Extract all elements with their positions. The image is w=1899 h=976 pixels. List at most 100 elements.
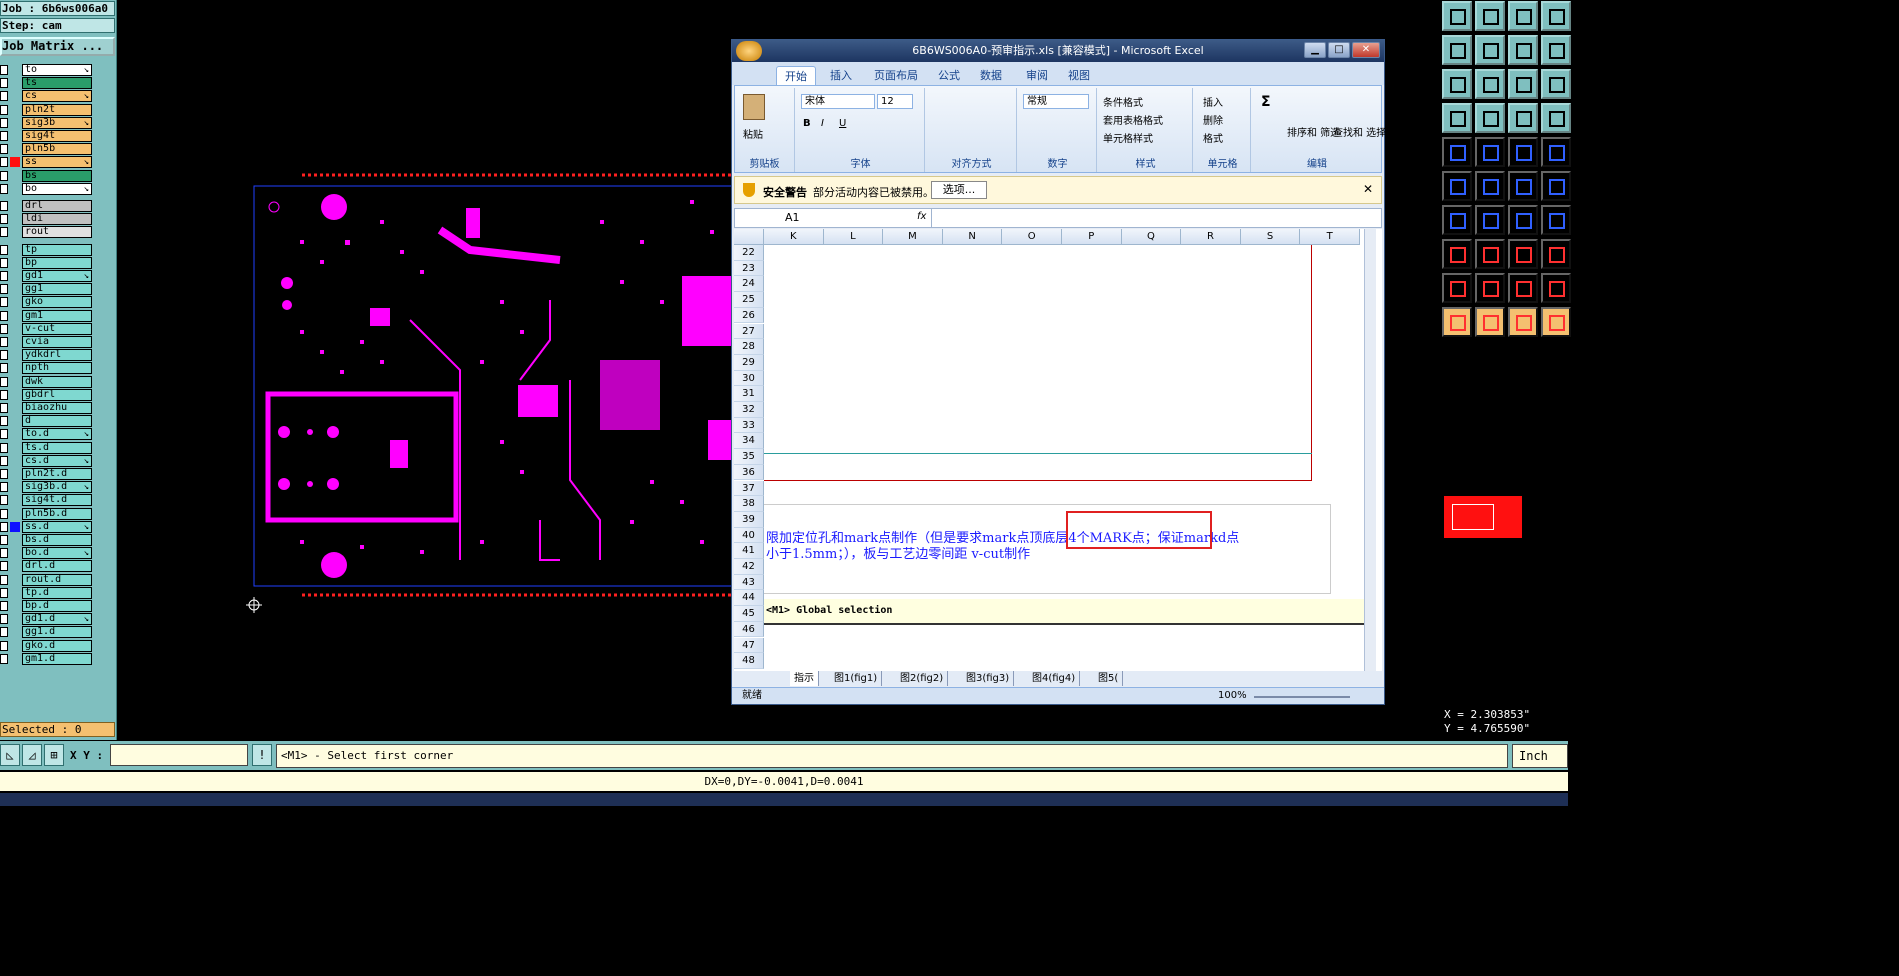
- tool-button-icon[interactable]: [1508, 239, 1538, 269]
- layer-checkbox[interactable]: [0, 244, 8, 255]
- layer-color-swatch[interactable]: [10, 227, 20, 237]
- cell-style-button[interactable]: 单元格样式: [1103, 130, 1153, 145]
- layer-row[interactable]: gd1.d ↘: [0, 613, 94, 626]
- layer-name[interactable]: to ↘: [22, 64, 92, 76]
- layer-name[interactable]: ss ↘: [22, 156, 92, 169]
- column-header[interactable]: S: [1240, 229, 1301, 245]
- row-header[interactable]: 42: [734, 559, 764, 575]
- layer-row[interactable]: ts: [0, 77, 94, 90]
- layer-checkbox[interactable]: [0, 297, 8, 308]
- layer-color-swatch[interactable]: [10, 284, 20, 294]
- tool-button-1[interactable]: ◺: [0, 744, 20, 766]
- excel-window[interactable]: 6B6WS006A0-预审指示.xls [兼容模式] - Microsoft E…: [731, 39, 1386, 705]
- layer-color-swatch[interactable]: [10, 627, 20, 637]
- tool-button-icon[interactable]: [1475, 103, 1505, 133]
- number-format-select[interactable]: 常规: [1023, 94, 1089, 109]
- layer-checkbox[interactable]: [0, 429, 8, 440]
- layer-checkbox[interactable]: [0, 535, 8, 545]
- tool-button-icon[interactable]: [1475, 239, 1505, 269]
- tool-button-icon[interactable]: [1541, 307, 1571, 337]
- layer-row[interactable]: tp: [0, 243, 94, 256]
- job-matrix-button[interactable]: Job Matrix ...: [0, 37, 115, 56]
- row-header[interactable]: 33: [734, 417, 764, 434]
- layer-checkbox[interactable]: [0, 310, 8, 321]
- layer-row[interactable]: gm1.d: [0, 652, 94, 665]
- layer-color-swatch[interactable]: [10, 271, 20, 281]
- layer-row[interactable]: gko.d: [0, 639, 94, 652]
- layer-color-swatch[interactable]: [10, 245, 20, 255]
- layer-checkbox[interactable]: [0, 257, 8, 268]
- column-header[interactable]: L: [823, 229, 884, 245]
- column-header[interactable]: Q: [1121, 229, 1182, 245]
- layer-color-swatch[interactable]: [10, 214, 20, 224]
- layer-name[interactable]: v-cut: [22, 322, 92, 335]
- layer-row[interactable]: drl: [0, 200, 94, 212]
- formula-input[interactable]: [931, 209, 1369, 227]
- layer-color-swatch[interactable]: [10, 337, 20, 347]
- layer-checkbox[interactable]: [0, 601, 8, 611]
- layer-row[interactable]: cs ↘: [0, 90, 94, 103]
- layer-name[interactable]: bs.d: [22, 534, 92, 546]
- tool-button-icon[interactable]: [1508, 1, 1538, 31]
- layer-checkbox[interactable]: [0, 640, 8, 651]
- layer-checkbox[interactable]: [0, 376, 8, 387]
- layer-color-swatch[interactable]: [10, 469, 20, 479]
- layer-color-swatch[interactable]: [10, 390, 20, 400]
- tool-button-icon[interactable]: [1442, 307, 1472, 337]
- layer-name[interactable]: d: [22, 415, 92, 428]
- layer-row[interactable]: bp: [0, 256, 94, 269]
- tool-button-icon[interactable]: [1442, 239, 1472, 269]
- layer-color-swatch[interactable]: [10, 403, 20, 413]
- layer-row[interactable]: gbdrl: [0, 388, 94, 401]
- layer-row[interactable]: d: [0, 415, 94, 428]
- layer-name[interactable]: pln2t.d: [22, 468, 92, 480]
- sheet-tab[interactable]: 图5(: [1094, 671, 1124, 686]
- layer-row[interactable]: sig4t.d: [0, 494, 94, 507]
- layer-checkbox[interactable]: [0, 389, 8, 400]
- layer-name[interactable]: gd1 ↘: [22, 270, 92, 282]
- close-button[interactable]: ✕: [1352, 42, 1380, 58]
- layer-color-swatch[interactable]: [10, 416, 20, 426]
- layer-name[interactable]: gm1.d: [22, 652, 92, 665]
- row-header[interactable]: 26: [734, 307, 764, 324]
- layer-row[interactable]: tp.d: [0, 586, 94, 599]
- layer-name[interactable]: bs: [22, 169, 92, 182]
- tool-button-icon[interactable]: [1541, 103, 1571, 133]
- tool-button-icon[interactable]: [1508, 171, 1538, 201]
- row-header[interactable]: 34: [734, 433, 764, 450]
- layer-name[interactable]: sig4t.d: [22, 494, 92, 507]
- layer-row[interactable]: pln2t.d: [0, 468, 94, 480]
- layer-row[interactable]: sig3b.d ↘: [0, 481, 94, 494]
- layer-checkbox[interactable]: [0, 614, 8, 625]
- layer-color-swatch[interactable]: [10, 311, 20, 321]
- layer-row[interactable]: pln5b.d: [0, 507, 94, 520]
- layer-row[interactable]: gko: [0, 296, 94, 309]
- tool-button-icon[interactable]: [1541, 69, 1571, 99]
- layer-checkbox[interactable]: [0, 561, 8, 572]
- tool-button-icon[interactable]: [1442, 69, 1472, 99]
- paste-button[interactable]: 粘贴: [743, 126, 763, 141]
- layer-color-swatch[interactable]: [10, 105, 20, 115]
- ribbon-tab[interactable]: 公式: [930, 66, 968, 85]
- layer-checkbox[interactable]: [0, 482, 8, 493]
- column-header[interactable]: T: [1300, 229, 1360, 245]
- row-header[interactable]: 29: [734, 354, 764, 371]
- tool-button-icon[interactable]: [1475, 1, 1505, 31]
- layer-checkbox[interactable]: [0, 144, 8, 155]
- layer-row[interactable]: to.d ↘: [0, 428, 94, 441]
- row-header[interactable]: 37: [734, 480, 764, 497]
- layer-row[interactable]: ldi: [0, 213, 94, 226]
- layer-row[interactable]: gg1.d: [0, 626, 94, 639]
- layer-checkbox[interactable]: [0, 350, 8, 361]
- layer-color-swatch[interactable]: [10, 548, 20, 558]
- tool-button-icon[interactable]: [1442, 205, 1472, 235]
- ribbon-tab[interactable]: 插入: [822, 66, 860, 85]
- layer-color-swatch[interactable]: [10, 521, 20, 532]
- italic-button[interactable]: I: [821, 118, 824, 129]
- layer-name[interactable]: gko: [22, 296, 92, 309]
- zoom-slider[interactable]: [1254, 696, 1350, 698]
- layer-row[interactable]: rout.d: [0, 573, 94, 586]
- layer-row[interactable]: bs: [0, 169, 94, 182]
- tool-button-icon[interactable]: [1508, 69, 1538, 99]
- layer-checkbox[interactable]: [0, 363, 8, 374]
